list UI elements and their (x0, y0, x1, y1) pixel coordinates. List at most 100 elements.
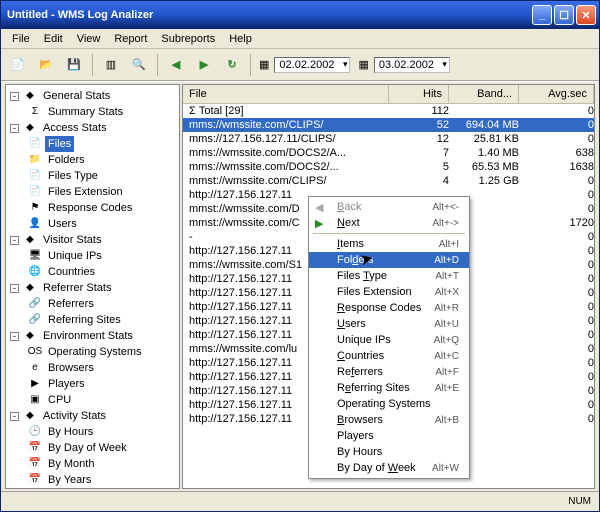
tree-label: Files Type (45, 168, 101, 184)
tree-label: CPU (45, 392, 74, 408)
menu-item[interactable]: UsersAlt+U (309, 316, 469, 332)
tree-node[interactable]: OSOperating Systems (8, 344, 177, 360)
tree-icon: ▣ (28, 393, 42, 407)
forward-icon[interactable]: ▶ (191, 52, 217, 78)
col-band[interactable]: Band... (449, 85, 519, 103)
tree-label: Response Codes (45, 200, 135, 216)
tree-icon: 📅 (28, 473, 42, 487)
maximize-button[interactable]: ☐ (554, 5, 574, 25)
col-avg[interactable]: Avg.sec (519, 85, 594, 103)
tree-node[interactable]: ⚑Response Codes (8, 200, 177, 216)
table-row[interactable]: mms://wmssite.com/DOCS2/...565.53 MB1638 (183, 160, 594, 174)
tree-node[interactable]: -◆Access Stats (8, 120, 177, 136)
tree-label: General Stats (40, 88, 113, 104)
save-icon[interactable]: 💾 (61, 52, 87, 78)
menu-help[interactable]: Help (222, 31, 259, 47)
new-icon[interactable]: 📄 (5, 52, 31, 78)
nav-tree[interactable]: -◆General StatsΣSummary Stats-◆Access St… (5, 84, 180, 489)
tree-label: Visitor Stats (40, 232, 105, 248)
date-from-input[interactable]: 02.02.2002 (274, 57, 350, 73)
menu-item[interactable]: Players (309, 428, 469, 444)
tree-node[interactable]: ▣CPU (8, 392, 177, 408)
open-icon[interactable]: 📂 (33, 52, 59, 78)
tree-label: Environment Stats (40, 328, 136, 344)
tree-node[interactable]: 📅By Years (8, 472, 177, 488)
tree-label: By Day of Week (45, 440, 130, 456)
tree-node[interactable]: 🖥Unique IPs (8, 248, 177, 264)
tree-node[interactable]: 📅By Month (8, 456, 177, 472)
tree-node[interactable]: 📅By Day of Week (8, 440, 177, 456)
menu-view[interactable]: View (70, 31, 108, 47)
menu-item[interactable]: Referring SitesAlt+E (309, 380, 469, 396)
tree-icon: ⚑ (28, 201, 42, 215)
menu-item[interactable]: BrowsersAlt+B (309, 412, 469, 428)
minimize-button[interactable]: _ (532, 5, 552, 25)
tree-label: Users (45, 216, 80, 232)
tree-icon: e (28, 361, 42, 375)
tree-node[interactable]: -◆Environment Stats (8, 328, 177, 344)
preview-icon[interactable]: 🔍 (126, 52, 152, 78)
tree-node[interactable]: ▶Players (8, 376, 177, 392)
menu-item[interactable]: Unique IPsAlt+Q (309, 332, 469, 348)
menu-item[interactable]: Response CodesAlt+R (309, 300, 469, 316)
table-row[interactable]: Σ Total [29]1120 (183, 104, 594, 118)
tree-label: Players (45, 376, 88, 392)
tree-node[interactable]: -◆Referrer Stats (8, 280, 177, 296)
toolbar: 📄 📂 💾 ▥ 🔍 ◀ ▶ ↻ ▦ 02.02.2002 ▦ 03.02.200… (1, 49, 599, 81)
menu-item[interactable]: ReferrersAlt+F (309, 364, 469, 380)
table-row[interactable]: mmst://wmssite.com/CLIPS/41.25 GB0 (183, 174, 594, 188)
tree-icon: 📄 (28, 185, 42, 199)
tree-icon: 📅 (28, 441, 42, 455)
tree-icon: 🖥 (28, 249, 42, 263)
menu-item[interactable]: Files ExtensionAlt+X (309, 284, 469, 300)
menu-item[interactable]: By Day of WeekAlt+W (309, 460, 469, 476)
col-file[interactable]: File (183, 85, 389, 103)
menu-item[interactable]: Operating Systems (309, 396, 469, 412)
boxes-icon[interactable]: ▥ (98, 52, 124, 78)
tree-node[interactable]: 📄Files Type (8, 168, 177, 184)
table-row[interactable]: mms://wmssite.com/CLIPS/52694.04 MB0 (183, 118, 594, 132)
tree-node[interactable]: eBrowsers (8, 360, 177, 376)
col-hits[interactable]: Hits (389, 85, 449, 103)
menu-subreports[interactable]: Subreports (154, 31, 222, 47)
tree-label: By Hours (45, 424, 96, 440)
menu-item: ◀BackAlt+<- (309, 199, 469, 215)
tree-node[interactable]: 📅By Years and Months (8, 488, 177, 489)
menu-item[interactable]: CountriesAlt+C (309, 348, 469, 364)
tree-label: Referrer Stats (40, 280, 114, 296)
context-menu: ◀BackAlt+<-▶NextAlt+-> ItemsAlt+IFoldersA… (308, 196, 470, 479)
tree-label: Files Extension (45, 184, 126, 200)
tree-node[interactable]: 🔗Referrers (8, 296, 177, 312)
menu-item[interactable]: FoldersAlt+D (309, 252, 469, 268)
tree-node[interactable]: -◆Activity Stats (8, 408, 177, 424)
grid-header[interactable]: File Hits Band... Avg.sec (183, 85, 594, 104)
tree-node[interactable]: 📄Files (8, 136, 177, 152)
refresh-icon[interactable]: ↻ (219, 52, 245, 78)
tree-node[interactable]: 🌐Countries (8, 264, 177, 280)
tree-node[interactable]: 📁Folders (8, 152, 177, 168)
tree-icon: ◆ (23, 409, 37, 423)
menu-report[interactable]: Report (107, 31, 154, 47)
table-row[interactable]: mms://wmssite.com/DOCS2/A...71.40 MB638 (183, 146, 594, 160)
date-to-input[interactable]: 03.02.2002 (374, 57, 450, 73)
tree-icon: ▶ (28, 377, 42, 391)
date-to-label: ▦ (352, 58, 371, 71)
tree-node[interactable]: 🕒By Hours (8, 424, 177, 440)
tree-node[interactable]: 🔗Referring Sites (8, 312, 177, 328)
menu-item[interactable]: Files TypeAlt+T (309, 268, 469, 284)
tree-icon: 🌐 (28, 265, 42, 279)
menu-item[interactable]: By Hours (309, 444, 469, 460)
close-button[interactable]: ✕ (576, 5, 596, 25)
menu-file[interactable]: File (5, 31, 37, 47)
tree-node[interactable]: 📄Files Extension (8, 184, 177, 200)
table-row[interactable]: mms://127.156.127.11/CLIPS/1225.81 KB0 (183, 132, 594, 146)
tree-node[interactable]: 👤Users (8, 216, 177, 232)
menu-edit[interactable]: Edit (37, 31, 70, 47)
tree-icon: 📁 (28, 153, 42, 167)
tree-node[interactable]: -◆Visitor Stats (8, 232, 177, 248)
back-icon[interactable]: ◀ (163, 52, 189, 78)
tree-node[interactable]: ΣSummary Stats (8, 104, 177, 120)
menu-item[interactable]: ItemsAlt+I (309, 236, 469, 252)
tree-node[interactable]: -◆General Stats (8, 88, 177, 104)
menu-item[interactable]: ▶NextAlt+-> (309, 215, 469, 231)
